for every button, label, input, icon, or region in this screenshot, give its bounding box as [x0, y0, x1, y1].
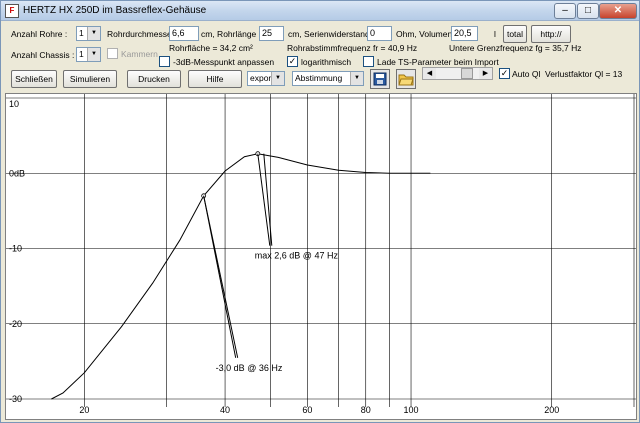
rohrflaeche-text: Rohrfläche = 34,2 cm²	[169, 43, 253, 53]
window-title: HERTZ HX 250D im Bassreflex-Gehäuse	[23, 5, 207, 16]
y-tick-label: 0dB	[9, 168, 25, 178]
x-tick-label: 80	[361, 405, 371, 415]
anzahl-chassis-value: 1	[79, 49, 84, 59]
scroll-thumb[interactable]	[461, 68, 473, 79]
anzahl-rohre-label: Anzahl Rohre :	[11, 29, 68, 39]
anzahl-chassis-label: Anzahl Chassis :	[11, 50, 75, 60]
hilfe-button[interactable]: Hilfe	[188, 70, 242, 88]
scroll-left-icon[interactable]: ◀	[423, 68, 436, 79]
volumen-label: Ohm, Volumen	[396, 29, 453, 39]
abstimmung-select[interactable]: Abstimmung ▼	[292, 71, 364, 86]
app-icon: F	[5, 4, 19, 18]
export-select[interactable]: export ▼	[247, 71, 285, 86]
y-tick-label: -20	[9, 319, 22, 329]
total-button[interactable]: total	[503, 25, 527, 43]
drucken-button[interactable]: Drucken	[127, 70, 181, 88]
auto-ql-label: Auto Ql	[512, 69, 541, 79]
scroll-right-icon[interactable]: ▶	[479, 68, 492, 79]
volumen-unit: l	[494, 29, 496, 39]
kammern-checkbox[interactable]	[107, 48, 118, 59]
kammern-label: Kammern	[121, 49, 158, 59]
annotation-label: -3,0 dB @ 36 Hz	[216, 363, 283, 373]
chevron-down-icon: ▼	[350, 72, 363, 85]
volumen-input[interactable]: 20,5	[451, 26, 478, 41]
chevron-down-icon: ▼	[87, 48, 100, 61]
simulieren-button[interactable]: Simulieren	[63, 70, 117, 88]
ql-scrollbar[interactable]: ◀ ▶	[422, 67, 493, 80]
floppy-disk-icon	[373, 72, 387, 86]
anzahl-chassis-select[interactable]: 1 ▼	[76, 47, 101, 62]
ts-parameter-checkbox[interactable]	[363, 56, 374, 67]
rohrlaenge-input[interactable]: 25	[259, 26, 284, 41]
rohrlaenge-label: cm, Rohrlänge	[201, 29, 257, 39]
schliessen-button[interactable]: Schließen	[11, 70, 57, 88]
title-bar: F HERTZ HX 250D im Bassreflex-Gehäuse – …	[1, 1, 639, 21]
messpunkt-checkbox[interactable]	[159, 56, 170, 67]
x-tick-label: 200	[544, 405, 559, 415]
annotation-label: max 2,6 dB @ 47 Hz	[255, 251, 339, 261]
anzahl-rohre-value: 1	[79, 28, 84, 38]
auto-ql-checkbox[interactable]: ✓	[499, 68, 510, 79]
y-tick-label: -30	[9, 394, 22, 404]
http-button[interactable]: http://	[531, 25, 571, 43]
chart-svg: 10 0dB -10 -20 -30 20 40 60 80 100 200 max 2,6 dB @…	[6, 94, 636, 415]
close-button[interactable]: ✕	[599, 3, 637, 19]
maximize-button[interactable]: □	[577, 3, 599, 19]
logarithmisch-label: logarithmisch	[301, 57, 352, 67]
rohrdurchmesser-label: Rohrdurchmesser	[107, 29, 175, 39]
anzahl-rohre-select[interactable]: 1 ▼	[76, 26, 101, 41]
chevron-down-icon: ▼	[87, 27, 100, 40]
logarithmisch-checkbox[interactable]: ✓	[287, 56, 298, 67]
abstimmfrequenz-text: Rohrabstimmfrequenz fr = 40,9 Hz	[287, 43, 418, 53]
folder-open-icon	[398, 74, 414, 86]
x-tick-label: 40	[220, 405, 230, 415]
x-tick-label: 100	[404, 405, 419, 415]
x-tick-label: 60	[302, 405, 312, 415]
save-icon-button[interactable]	[370, 69, 390, 89]
grenzfrequenz-text: Untere Grenzfrequenz fg = 35,7 Hz	[449, 43, 582, 53]
x-tick-label: 20	[79, 405, 89, 415]
chevron-down-icon: ▼	[271, 72, 284, 85]
messpunkt-label: -3dB-Messpunkt anpassen	[173, 57, 275, 67]
verlustfaktor-text: Verlustfaktor Ql = 13	[545, 69, 623, 79]
serienwiderstand-input[interactable]: 0	[367, 26, 392, 41]
y-tick-label: -10	[9, 244, 22, 254]
abstimmung-value: Abstimmung	[295, 73, 343, 83]
frequency-response-chart: 10 0dB -10 -20 -30 20 40 60 80 100 200 max 2,6 dB @…	[5, 93, 637, 420]
rohrdurchmesser-input[interactable]: 6,6	[169, 26, 199, 41]
annotation-leader	[203, 195, 239, 358]
open-icon-button[interactable]	[396, 69, 416, 89]
y-tick-label: 10	[9, 99, 19, 109]
minimize-button[interactable]: –	[554, 3, 576, 19]
serienwiderstand-label: cm, Serienwiderstand	[288, 29, 370, 39]
ts-parameter-label: Lade TS-Parameter beim Import	[377, 57, 499, 67]
app-window: F HERTZ HX 250D im Bassreflex-Gehäuse – …	[0, 0, 640, 423]
